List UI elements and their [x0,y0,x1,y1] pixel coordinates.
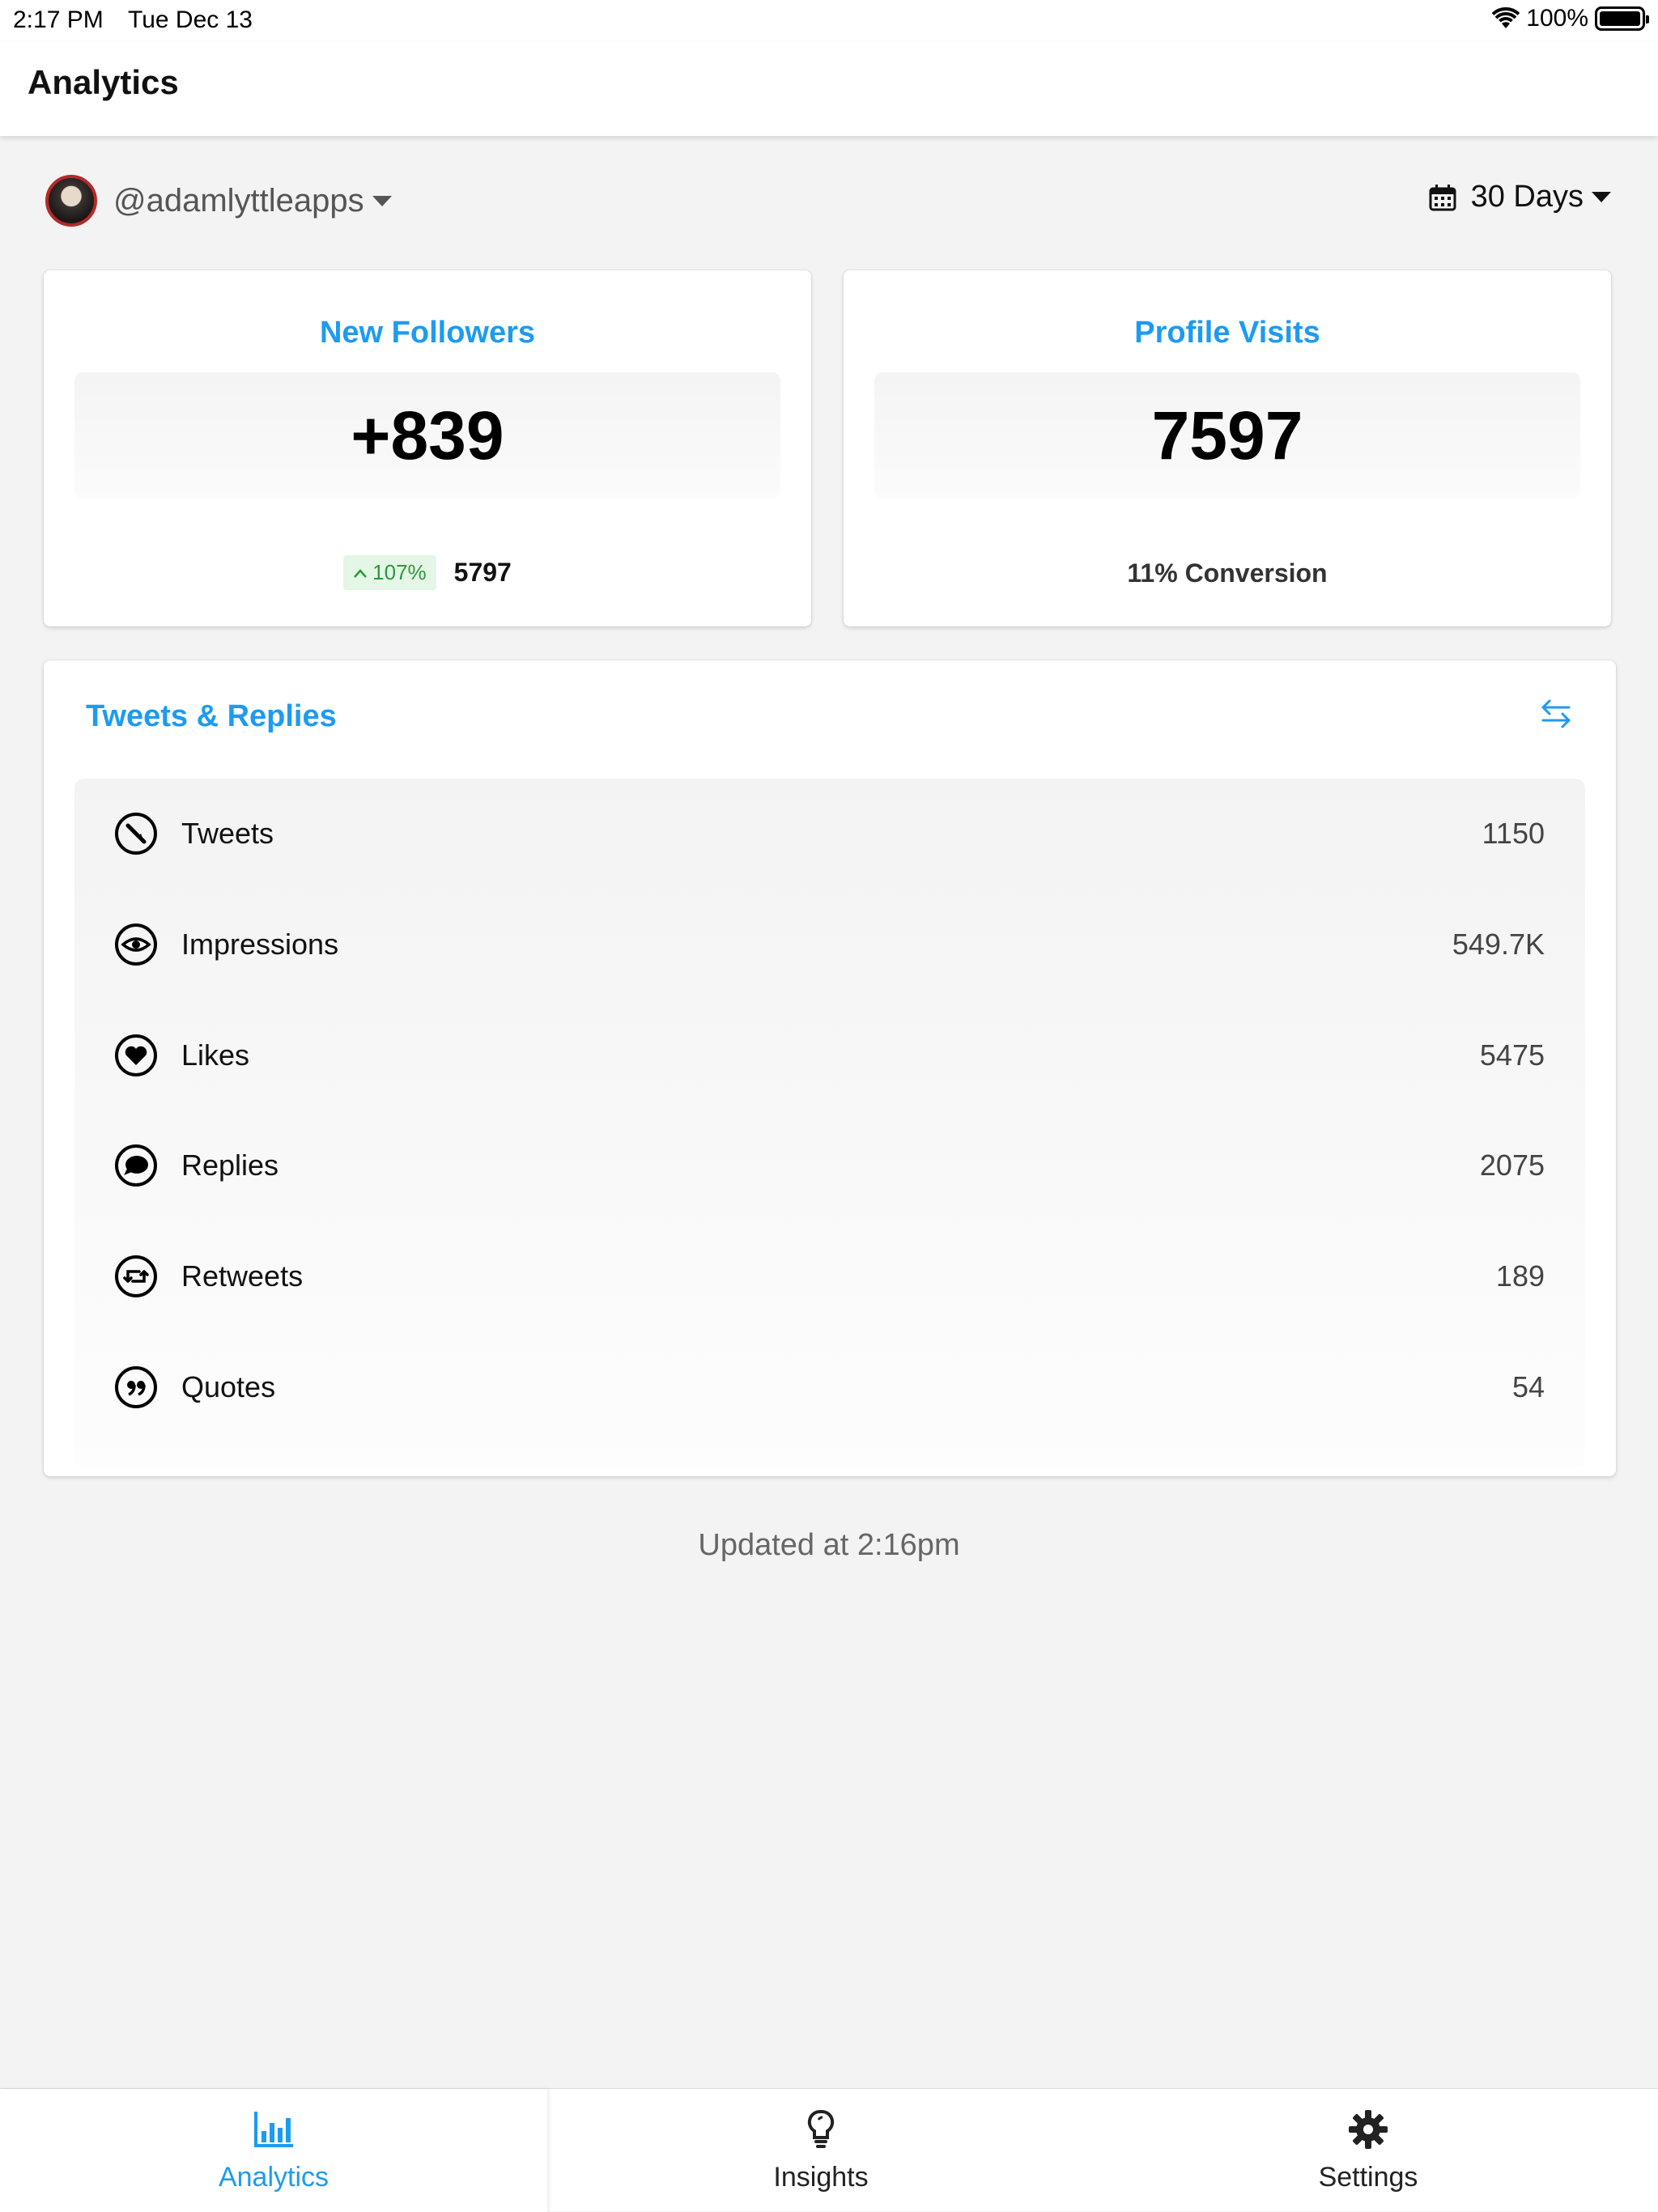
metric-label: Quotes [181,1370,276,1403]
wifi-icon [1492,7,1520,28]
new-followers-value-box: +839 [74,372,780,499]
tab-label: Settings [1318,2162,1418,2193]
tab-label: Analytics [218,2162,329,2193]
metric-value: 54 [1511,1370,1545,1403]
account-handle: @adamlyttleapps [113,182,364,219]
profile-visits-value: 7597 [1151,397,1303,473]
tab-bar: Analytics Insights Settings [0,2088,1658,2212]
caret-down-icon [372,195,392,206]
arrow-up-icon [354,568,368,578]
comment-icon [115,1144,157,1187]
date-range-label: 30 Days [1470,180,1584,214]
metric-row-quotes: Quotes 54 [74,1347,1585,1428]
swap-icon[interactable] [1538,696,1574,732]
new-followers-sub: 107% 5797 [44,555,811,590]
status-time: 2:17 PM [13,6,104,33]
caret-down-icon [1592,192,1611,202]
metric-value: 5475 [1479,1038,1545,1072]
metric-row-impressions: Impressions 549.7K [74,904,1585,985]
status-date: Tue Dec 13 [128,6,253,33]
metric-row-retweets: Retweets 189 [74,1236,1585,1317]
metrics-list: Tweets 1150 Impressions 549.7K Likes 547… [74,779,1585,1468]
profile-visits-title: Profile Visits [1134,316,1320,350]
tab-analytics[interactable]: Analytics [0,2089,547,2212]
metric-value: 1150 [1482,817,1545,850]
follower-total: 5797 [453,558,512,587]
gear-icon [1349,2110,1388,2149]
date-range-selector[interactable]: 30 Days [1429,180,1611,214]
new-followers-value: +839 [351,397,504,473]
calendar-icon [1429,184,1456,210]
eye-icon [115,923,157,966]
metric-row-tweets: Tweets 1150 [74,793,1585,874]
page-title: Analytics [28,63,179,101]
change-badge: 107% [343,555,436,590]
metric-row-replies: Replies 2075 [74,1125,1585,1206]
metric-value: 2075 [1479,1148,1545,1182]
tweets-replies-card: Tweets & Replies Tweets 1150 Impressions… [44,660,1616,1476]
metric-label: Tweets [181,817,274,850]
tab-label: Insights [773,2162,869,2193]
status-bar: 2:17 PM Tue Dec 13 100% [0,0,1658,42]
retweet-icon [115,1255,157,1297]
metric-label: Replies [181,1148,279,1182]
battery-icon [1595,6,1649,31]
account-selector[interactable]: @adamlyttleapps [45,175,392,227]
bar-chart-icon [254,2112,293,2147]
new-followers-card[interactable]: New Followers +839 107% 5797 [44,270,811,626]
change-percent: 107% [372,560,427,584]
battery-percent: 100% [1526,5,1588,32]
tab-insights[interactable]: Insights [547,2089,1095,2212]
tweets-replies-title: Tweets & Replies [86,699,337,733]
metric-value: 189 [1495,1259,1545,1293]
nav-bar: Analytics [0,42,1658,136]
profile-visits-value-box: 7597 [874,372,1580,499]
metric-row-likes: Likes 5475 [74,1015,1585,1096]
status-right: 100% [1492,5,1649,32]
heart-icon [115,1034,157,1076]
avatar [45,175,97,227]
updated-timestamp: Updated at 2:16pm [698,1528,960,1562]
lightbulb-icon [807,2109,835,2148]
quote-icon [115,1366,157,1408]
metric-label: Likes [181,1038,250,1072]
profile-visits-card[interactable]: Profile Visits 7597 11% Conversion [844,270,1611,626]
quill-icon [115,813,157,855]
metric-label: Impressions [181,928,339,961]
tab-settings[interactable]: Settings [1095,2089,1642,2212]
new-followers-title: New Followers [319,316,536,350]
metric-label: Retweets [181,1259,304,1293]
metric-value: 549.7K [1452,928,1545,961]
conversion-rate: 11% Conversion [1127,558,1328,588]
